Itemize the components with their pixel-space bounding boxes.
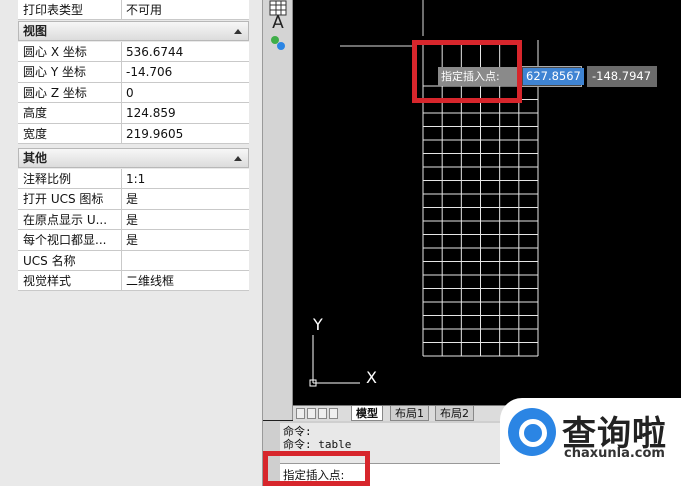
last-tab-button[interactable] — [329, 408, 338, 419]
text-icon[interactable]: A — [269, 14, 287, 32]
tab-layout2[interactable]: 布局2 — [435, 406, 474, 421]
property-value[interactable]: 是 — [122, 230, 249, 249]
property-key: 在原点显示 U... — [18, 209, 122, 230]
property-row-width[interactable]: 宽度 219.9605 — [18, 123, 249, 144]
next-tab-button[interactable] — [318, 408, 327, 419]
watermark-logo: 查询啦 chaxunla.com — [500, 398, 681, 486]
collapse-icon[interactable] — [234, 156, 242, 161]
attribute-icon[interactable] — [269, 34, 287, 52]
property-value[interactable]: 219.9605 — [122, 124, 249, 143]
property-value[interactable]: 是 — [122, 210, 249, 229]
property-row-annotation-scale[interactable]: 注释比例 1:1 — [18, 169, 249, 190]
property-key: 打印表类型 — [18, 0, 122, 20]
property-row-center-z[interactable]: 圆心 Z 坐标 0 — [18, 82, 249, 104]
property-key: 圆心 X 坐标 — [18, 42, 122, 62]
property-row-ucs-name[interactable]: UCS 名称 — [18, 250, 249, 271]
section-view-rows: 圆心 X 坐标 536.6744 圆心 Y 坐标 -14.706 圆心 Z 坐标… — [18, 42, 249, 144]
coordinate-x-input[interactable]: 627.8567 — [519, 66, 584, 87]
property-value[interactable]: -14.706 — [122, 62, 249, 81]
property-row-print-table-type[interactable]: 打印表类型 不可用 — [18, 0, 249, 21]
property-value[interactable]: 不可用 — [122, 0, 249, 19]
highlight-box-tooltip — [412, 40, 522, 103]
property-row-height[interactable]: 高度 124.859 — [18, 103, 249, 124]
coordinate-x-value: 627.8567 — [523, 68, 584, 85]
section-misc-rows: 注释比例 1:1 打开 UCS 图标 是 在原点显示 U... 是 每个视口都显… — [18, 169, 249, 292]
first-tab-button[interactable] — [296, 408, 305, 419]
property-value[interactable]: 二维线框 — [122, 271, 249, 290]
properties-palette: 打印表类型 不可用 视图 圆心 X 坐标 536.6744 圆心 Y 坐标 -1… — [0, 0, 263, 486]
property-key: 每个视口都显... — [18, 230, 122, 250]
coordinate-y-input[interactable]: -148.7947 — [587, 66, 657, 87]
draw-toolbar: A — [263, 0, 293, 420]
property-row-ucs-per-viewport[interactable]: 每个视口都显... 是 — [18, 230, 249, 251]
property-key: 视觉样式 — [18, 270, 122, 291]
property-key: 宽度 — [18, 123, 122, 143]
property-value[interactable]: 536.6744 — [122, 42, 249, 61]
property-value[interactable] — [122, 251, 249, 270]
property-row-ucs-icon-on[interactable]: 打开 UCS 图标 是 — [18, 189, 249, 210]
section-title: 其他 — [23, 151, 48, 165]
property-value[interactable]: 124.859 — [122, 103, 249, 122]
property-key: 圆心 Y 坐标 — [18, 62, 122, 82]
property-row-center-y[interactable]: 圆心 Y 坐标 -14.706 — [18, 62, 249, 83]
property-key: 圆心 Z 坐标 — [18, 82, 122, 103]
ucs-icon — [309, 335, 360, 387]
drawing-canvas[interactable]: Y X 指定插入点: 627.8567 -148.7947 — [293, 0, 681, 405]
search-logo-icon — [508, 408, 556, 456]
property-value[interactable]: 是 — [122, 189, 249, 208]
ucs-y-label: Y — [312, 315, 323, 334]
section-header-misc[interactable]: 其他 — [18, 148, 249, 168]
watermark-url: chaxunla.com — [564, 446, 665, 461]
property-key: UCS 名称 — [18, 250, 122, 270]
section-title: 视图 — [23, 24, 48, 38]
tab-model[interactable]: 模型 — [351, 406, 383, 421]
section-header-view[interactable]: 视图 — [18, 21, 249, 41]
property-row-ucs-at-origin[interactable]: 在原点显示 U... 是 — [18, 209, 249, 231]
property-key: 注释比例 — [18, 169, 122, 189]
highlight-box-command — [263, 451, 370, 486]
property-value[interactable]: 1:1 — [122, 169, 249, 188]
property-value[interactable]: 0 — [122, 83, 249, 102]
property-key: 打开 UCS 图标 — [18, 189, 122, 209]
prev-tab-button[interactable] — [307, 408, 316, 419]
collapse-icon[interactable] — [234, 29, 242, 34]
tab-layout1[interactable]: 布局1 — [390, 406, 429, 421]
property-row-visual-style[interactable]: 视觉样式 二维线框 — [18, 270, 249, 292]
property-row-center-x[interactable]: 圆心 X 坐标 536.6744 — [18, 42, 249, 63]
ucs-x-label: X — [366, 368, 377, 387]
property-key: 高度 — [18, 103, 122, 123]
